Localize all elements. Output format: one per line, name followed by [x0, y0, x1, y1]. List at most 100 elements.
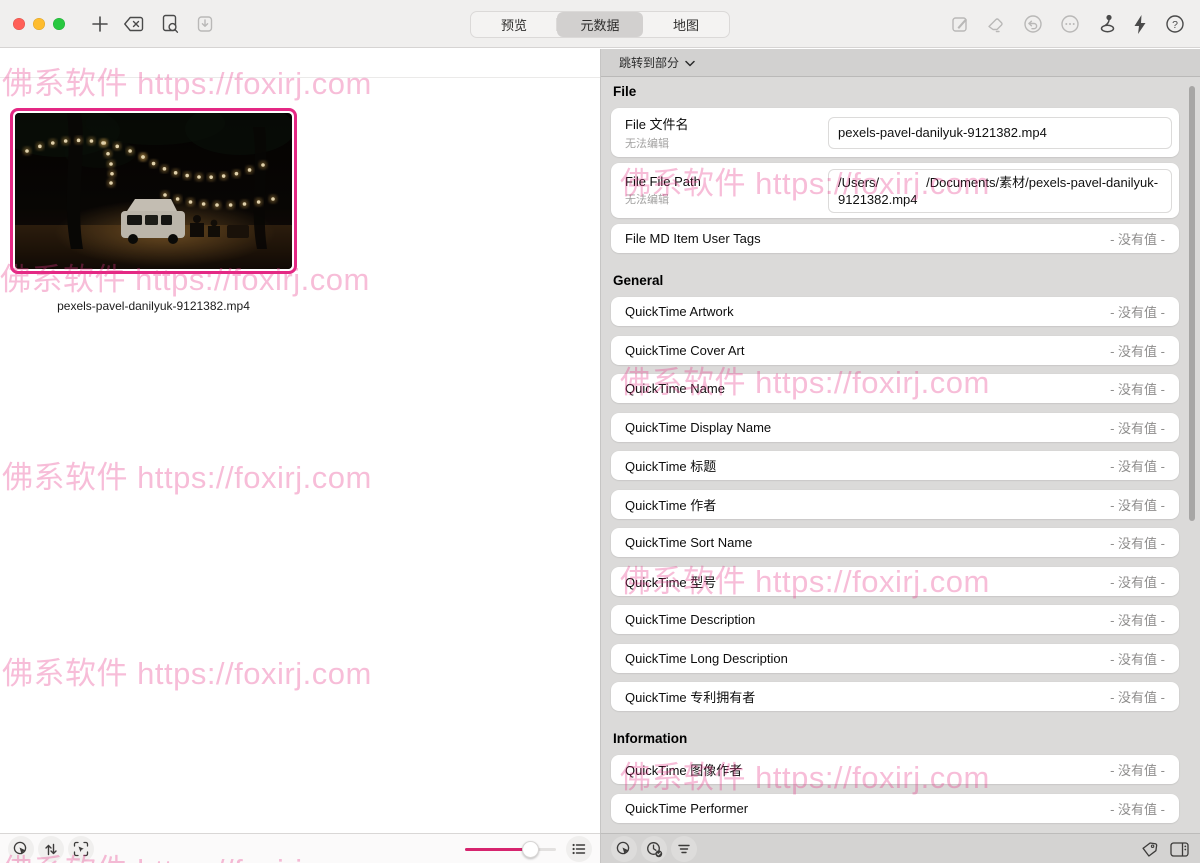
left-panel-divider [0, 77, 600, 78]
map-pin-icon[interactable] [1094, 10, 1122, 38]
row-label: QuickTime Cover Art [625, 342, 745, 358]
row-label: QuickTime 专利拥有者 [625, 690, 756, 705]
row-labels: File MD Item User Tags [625, 231, 761, 246]
filter-button[interactable] [671, 836, 697, 862]
metadata-row[interactable]: QuickTime 作者 - 没有值 - [611, 489, 1179, 519]
slider-thumb[interactable] [522, 840, 539, 858]
pointer-mode-button[interactable] [8, 836, 34, 862]
row-label: QuickTime Long Description [625, 650, 788, 666]
no-value-label: - 没有值 - [1110, 574, 1165, 590]
metadata-row[interactable]: QuickTime Performer - 没有值 - [611, 793, 1179, 823]
chevron-down-icon [685, 56, 695, 70]
row-label: File 文件名 [625, 117, 689, 132]
section-title: Information [613, 731, 688, 746]
metadata-panel: 跳转到部分 File File 文件名 无法编辑 pexels-pavel-danil… [600, 49, 1200, 833]
help-icon[interactable]: ? [1161, 10, 1189, 38]
metadata-row[interactable]: QuickTime Cover Art - 没有值 - [611, 335, 1179, 365]
row-note: 无法编辑 [625, 194, 669, 206]
list-view-button[interactable] [566, 836, 592, 862]
toolbar: 预览 元数据 地图 ? [0, 0, 1200, 48]
no-value-label: - 没有值 - [1110, 690, 1165, 705]
tab-segment-0[interactable]: 预览 [471, 12, 557, 37]
undo-icon[interactable] [1019, 10, 1047, 38]
row-labels: QuickTime Name [625, 381, 725, 396]
jump-to-section-label: 跳转到部分 [619, 56, 680, 70]
scrollbar[interactable] [1189, 86, 1195, 521]
row-labels: QuickTime Display Name [625, 420, 771, 435]
add-icon[interactable] [86, 10, 114, 38]
jump-to-section-button[interactable]: 跳转到部分 [601, 49, 1200, 77]
minimize-window-button[interactable] [33, 18, 45, 30]
no-value-label: - 没有值 - [1110, 420, 1165, 436]
view-mode-segmented-control: 预览 元数据 地图 [470, 11, 730, 38]
actions-lightning-icon[interactable] [1126, 10, 1154, 38]
row-labels: QuickTime 标题 [625, 456, 716, 475]
row-labels: QuickTime Long Description [625, 651, 788, 666]
row-label: File File Path [625, 174, 701, 189]
no-value-label: - 没有值 - [1110, 305, 1165, 320]
svg-text:?: ? [1172, 19, 1178, 31]
tab-segment-1[interactable]: 元数据 [557, 12, 643, 37]
row-label: QuickTime 标题 [625, 459, 717, 474]
row-label: QuickTime Name [625, 381, 725, 396]
metadata-row[interactable]: File 文件名 无法编辑 pexels-pavel-danilyuk-912138… [611, 108, 1179, 157]
metadata-row[interactable]: QuickTime 标题 - 没有值 - [611, 451, 1179, 480]
metadata-row[interactable]: QuickTime Artwork - 没有值 - [611, 297, 1179, 326]
no-value-label: - 没有值 - [1110, 763, 1165, 778]
selected-video-thumbnail[interactable] [10, 108, 297, 274]
metadata-row[interactable]: QuickTime Long Description - 没有值 - [611, 643, 1179, 673]
metadata-bottom-bar [600, 833, 1200, 863]
metadata-row[interactable]: QuickTime 图像作者 - 没有值 - [611, 755, 1179, 784]
no-value-label: - 没有值 - [1110, 382, 1165, 397]
section-title: File [613, 84, 637, 99]
zoom-window-button[interactable] [53, 18, 65, 30]
toggle-inspector-button[interactable] [1167, 837, 1191, 861]
row-label: QuickTime Display Name [625, 419, 772, 435]
scan-select-button[interactable] [68, 836, 94, 862]
pointer-mode-button-right[interactable] [611, 836, 637, 862]
metadata-row[interactable]: QuickTime 型号 - 没有值 - [611, 566, 1179, 596]
row-label: QuickTime Performer [625, 800, 749, 816]
metadata-row[interactable]: QuickTime Display Name - 没有值 - [611, 412, 1179, 442]
close-window-button[interactable] [13, 18, 25, 30]
metadata-row[interactable]: QuickTime Description - 没有值 - [611, 605, 1179, 634]
row-labels: QuickTime Performer [625, 801, 748, 816]
metadata-row[interactable]: QuickTime Name - 没有值 - [611, 374, 1179, 403]
video-thumbnail-image [15, 113, 292, 269]
eraser-icon[interactable] [981, 10, 1009, 38]
sort-button[interactable] [38, 836, 64, 862]
thumbnail-size-slider[interactable] [465, 840, 556, 858]
metadata-row[interactable]: QuickTime 专利拥有者 - 没有值 - [611, 682, 1179, 711]
row-labels: QuickTime Sort Name [625, 535, 752, 550]
row-label: QuickTime Sort Name [625, 535, 753, 550]
no-value-label: - 没有值 - [1110, 536, 1165, 551]
row-label: QuickTime 作者 [625, 497, 717, 513]
row-value-field[interactable]: pexels-pavel-danilyuk-9121382.mp4 [828, 116, 1172, 149]
inspect-document-icon[interactable] [156, 10, 184, 38]
app-window: 预览 元数据 地图 ? pexels-pavel-danilyuk-912138… [0, 0, 1200, 863]
row-labels: QuickTime 专利拥有者 [625, 687, 755, 706]
edit-icon[interactable] [946, 10, 974, 38]
row-label: QuickTime 图像作者 [625, 763, 743, 778]
export-icon[interactable] [191, 10, 219, 38]
section-title: General [613, 273, 664, 288]
metadata-row[interactable]: File File Path 无法编辑/Users/ /Documents/素材/… [611, 163, 1179, 218]
row-label: File MD Item User Tags [625, 231, 761, 246]
tag-button[interactable] [1137, 837, 1161, 861]
no-value-label: - 没有值 - [1110, 497, 1165, 513]
tab-segment-2[interactable]: 地图 [643, 12, 729, 37]
clear-backspace-icon[interactable] [120, 10, 148, 38]
row-labels: QuickTime 图像作者 [625, 760, 742, 779]
row-label: QuickTime Artwork [625, 304, 734, 319]
video-filename-caption: pexels-pavel-danilyuk-9121382.mp4 [57, 299, 250, 313]
no-value-label: - 没有值 - [1110, 343, 1165, 359]
more-options-icon[interactable] [1056, 10, 1084, 38]
history-check-button[interactable] [641, 836, 667, 862]
row-value-field[interactable]: /Users/ /Documents/素材/pexels-pavel-danil… [828, 168, 1172, 213]
library-panel: pexels-pavel-danilyuk-9121382.mp4 [0, 49, 600, 833]
no-value-label: - 没有值 - [1110, 801, 1165, 817]
row-labels: QuickTime Cover Art [625, 343, 744, 358]
metadata-row[interactable]: File MD Item User Tags - 没有值 - [611, 224, 1179, 253]
no-value-label: - 没有值 - [1110, 232, 1165, 247]
metadata-row[interactable]: QuickTime Sort Name - 没有值 - [611, 528, 1179, 557]
